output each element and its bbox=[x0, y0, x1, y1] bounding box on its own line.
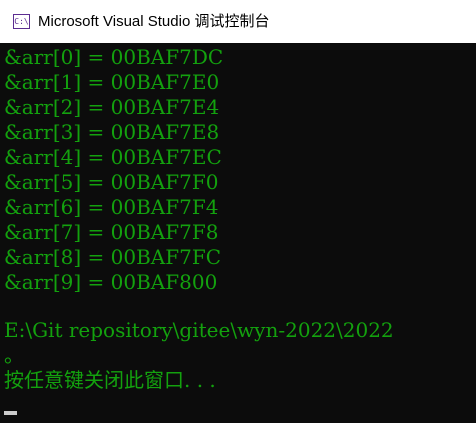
console-line: &arr[7] = 00BAF7F8 bbox=[4, 220, 219, 244]
console-output[interactable]: &arr[0] = 00BAF7DC &arr[1] = 00BAF7E0 &a… bbox=[0, 43, 476, 423]
console-line-prompt: 按任意键关闭此窗口. . . bbox=[4, 368, 216, 392]
title-bar[interactable]: C:\ Microsoft Visual Studio 调试控制台 bbox=[0, 0, 476, 43]
console-line: &arr[3] = 00BAF7E8 bbox=[4, 120, 220, 144]
console-line: &arr[8] = 00BAF7FC bbox=[4, 245, 222, 269]
console-line: &arr[2] = 00BAF7E4 bbox=[4, 95, 220, 119]
console-line: &arr[9] = 00BAF800 bbox=[4, 270, 218, 294]
console-line: &arr[0] = 00BAF7DC bbox=[4, 45, 224, 69]
visual-studio-console-icon: C:\ bbox=[13, 14, 30, 29]
console-line: &arr[6] = 00BAF7F4 bbox=[4, 195, 219, 219]
console-line: &arr[4] = 00BAF7EC bbox=[4, 145, 222, 169]
console-line: &arr[5] = 00BAF7F0 bbox=[4, 170, 219, 194]
console-line-wrap: 。 bbox=[4, 343, 24, 367]
window-title: Microsoft Visual Studio 调试控制台 bbox=[38, 13, 270, 30]
console-line-path: E:\Git repository\gitee\wyn-2022\2022 bbox=[4, 318, 394, 342]
text-cursor bbox=[4, 411, 17, 415]
console-line: &arr[1] = 00BAF7E0 bbox=[4, 70, 220, 94]
